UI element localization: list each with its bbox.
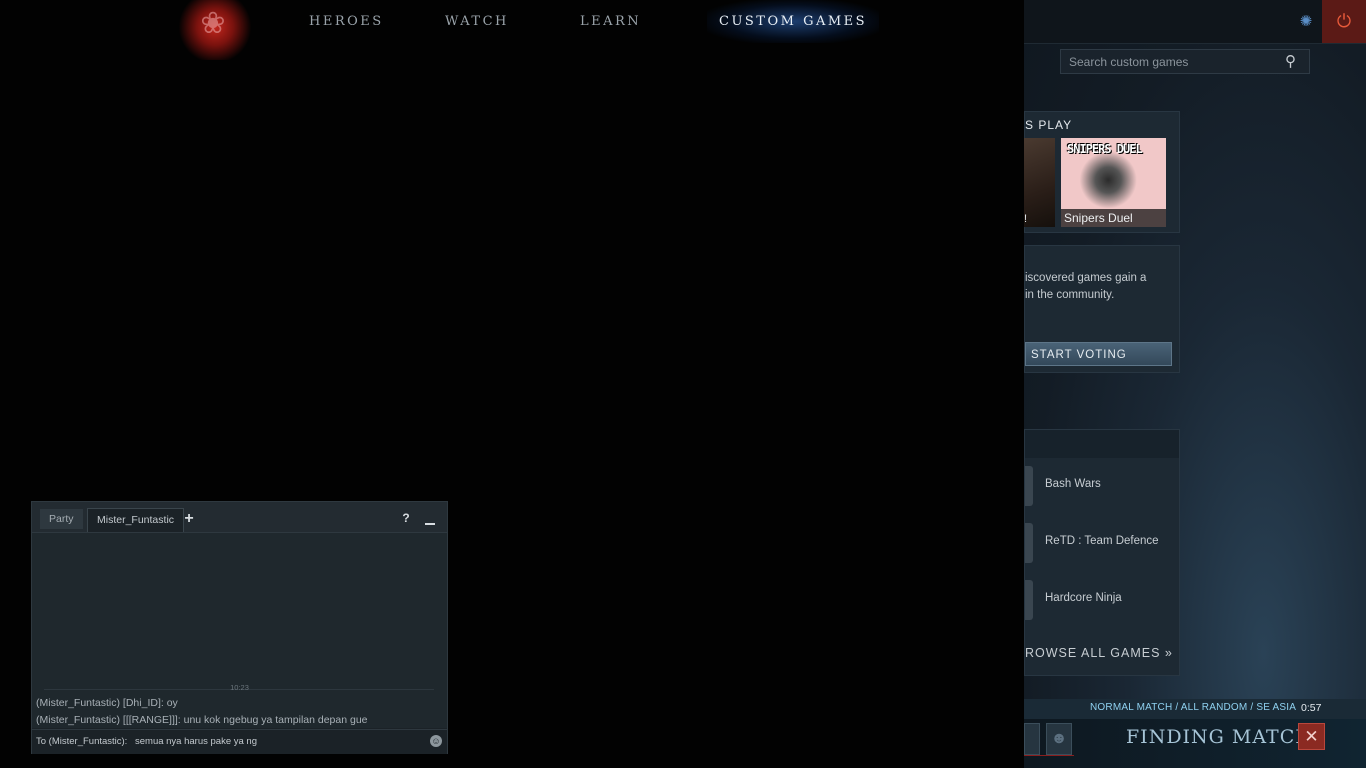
party-slot-avatar-icon[interactable]: ☻ (1046, 723, 1072, 755)
friends-playing-header: S PLAY (1025, 118, 1073, 132)
party-slot[interactable] (1024, 723, 1040, 755)
chat-log[interactable]: 10:23 (Mister_Funtastic) [Dhi_ID]: oy (M… (32, 533, 447, 728)
chat-window: Party Mister_Funtastic + ? 10:23 (Mister… (31, 501, 448, 754)
chat-tab-mister-funtastic[interactable]: Mister_Funtastic (87, 508, 185, 532)
nav-learn[interactable]: LEARN (580, 0, 641, 43)
chat-message: (Mister_Funtastic) [[[RANGE]]]: unu kok … (36, 714, 368, 726)
list-item[interactable]: ReTD : Team Defence (1025, 523, 1179, 563)
snipers-duel-logo: SNIPERS DUEL (1067, 142, 1143, 156)
matchmaking-info-bar: NORMAL MATCH / ALL RANDOM / SE ASIA 0:57 (1024, 699, 1366, 719)
game-thumbnail (1025, 580, 1033, 620)
nav-watch[interactable]: WATCH (445, 0, 509, 43)
bug-report-icon[interactable]: ✺ (1298, 12, 1314, 30)
search-icon[interactable]: ⚲ (1285, 52, 1303, 70)
finding-match-panel: ☻ FINDING MATCH ✕ (1024, 719, 1366, 768)
game-list-card: Bash Wars ReTD : Team Defence Hardcore N… (1024, 429, 1180, 676)
finding-match-label: FINDING MATCH (1126, 726, 1313, 748)
power-icon: ⏻ (1336, 11, 1352, 31)
match-mode: NORMAL MATCH / ALL RANDOM / SE ASIA (1090, 702, 1297, 713)
chat-tab-party[interactable]: Party (40, 509, 83, 529)
game-thumbnail-label: Snipers Duel (1061, 209, 1166, 227)
voting-description: iscovered games gain a in the community. (1025, 270, 1175, 304)
chat-message: (Mister_Funtastic) [Dhi_ID]: oy (36, 697, 178, 709)
minimize-icon[interactable] (422, 509, 438, 527)
game-thumbnail-snipers-duel[interactable]: SNIPERS DUEL Snipers Duel (1061, 138, 1166, 227)
game-name: Bash Wars (1045, 478, 1101, 490)
dota-logo-icon[interactable]: ❀ (195, 6, 231, 42)
add-chat-tab-icon[interactable]: + (179, 509, 199, 529)
emoji-icon[interactable]: ☺ (430, 735, 442, 747)
power-button[interactable]: ⏻ (1322, 0, 1366, 43)
chat-recipient-label: To (Mister_Funtastic): (36, 736, 128, 747)
list-item[interactable]: Hardcore Ninja (1025, 580, 1179, 620)
game-name: Hardcore Ninja (1045, 592, 1122, 604)
close-icon: ✕ (1304, 727, 1319, 746)
nav-custom-games[interactable]: CUSTOM GAMES (707, 0, 880, 43)
browse-all-games-link[interactable]: ROWSE ALL GAMES » (1025, 646, 1173, 660)
voting-text-line: iscovered games gain a (1025, 272, 1147, 284)
search-box: ⚲ (1060, 49, 1310, 74)
game-list-header (1025, 430, 1179, 458)
chat-input-text[interactable]: semua nya harus pake ya ng (135, 736, 257, 747)
top-bar-right (1024, 0, 1366, 44)
chat-help-button[interactable]: ? (399, 509, 413, 527)
start-voting-button[interactable]: START VOTING (1025, 342, 1172, 366)
game-thumbnail (1025, 466, 1033, 506)
nav-heroes[interactable]: HEROES (309, 0, 384, 43)
game-thumbnail-partial[interactable]: ! (1024, 138, 1055, 227)
search-input[interactable] (1067, 52, 1281, 72)
game-thumbnail (1025, 523, 1033, 563)
match-timer: 0:57 (1301, 702, 1322, 714)
voting-card: iscovered games gain a in the community.… (1024, 245, 1180, 373)
cancel-search-button[interactable]: ✕ (1298, 723, 1325, 750)
list-item[interactable]: Bash Wars (1025, 466, 1179, 506)
game-name: ReTD : Team Defence (1045, 535, 1159, 547)
voting-text-line: in the community. (1025, 289, 1115, 301)
chat-tab-bar: Party Mister_Funtastic + ? (32, 502, 447, 533)
divider (1024, 755, 1074, 756)
chat-timestamp: 10:23 (230, 683, 249, 692)
game-thumbnail-label: ! (1024, 213, 1028, 225)
chat-input-field[interactable]: To (Mister_Funtastic): semua nya harus p… (32, 729, 447, 754)
